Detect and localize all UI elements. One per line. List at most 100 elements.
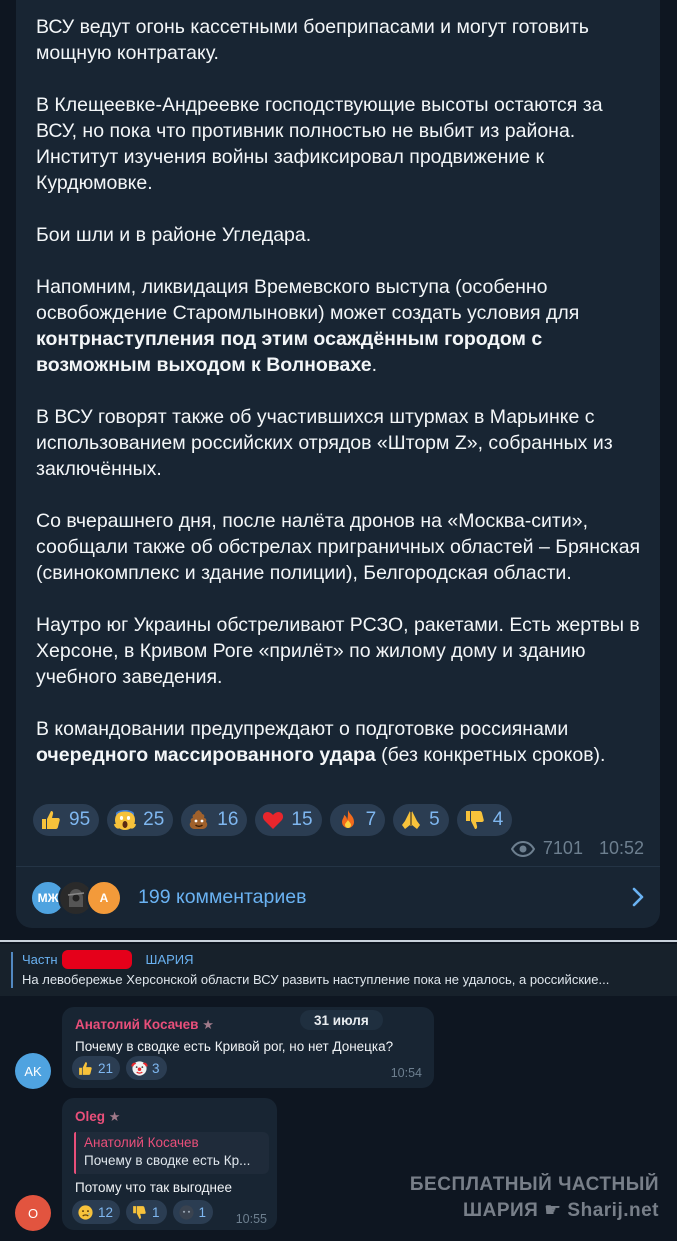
comment-reactions: 12 1 1 — [72, 1200, 214, 1224]
post-paragraph: В ВСУ говорят также об участившихся штур… — [36, 406, 613, 480]
reaction-sad[interactable]: 12 — [72, 1200, 121, 1224]
post-text-span: В командовании предупреждают о подготовк… — [36, 718, 569, 740]
watermark-line: БЕСПЛАТНЫЙ ЧАСТНЫЙ — [409, 1174, 659, 1195]
channel-name-end: ШАРИЯ — [145, 952, 194, 967]
avatar[interactable]: O — [15, 1195, 51, 1231]
post-paragraph: Со вчерашнего дня, после налёта дронов н… — [36, 510, 641, 584]
star-icon: ★ — [202, 1017, 214, 1032]
reply-author: Анатолий Косачев — [84, 1135, 199, 1150]
post-paragraph: ВСУ ведут огонь кассетными боеприпасами … — [36, 16, 589, 64]
reaction-count: 21 — [98, 1060, 114, 1076]
reaction-count: 1 — [198, 1204, 207, 1220]
comments-button[interactable]: МЖ A 199 комментариев — [30, 874, 646, 920]
reaction-count: 16 — [217, 809, 239, 830]
eye-icon — [510, 840, 535, 857]
avatar-initials: AK — [24, 1063, 42, 1079]
reaction-dark[interactable]: 1 — [172, 1200, 214, 1224]
avatar: A — [86, 880, 122, 916]
comment-time: 10:55 — [235, 1212, 267, 1226]
reaction-bar: 95 25 16 15 7 5 4 — [33, 804, 513, 836]
author-name: Анатолий Косачев ★ — [75, 1017, 214, 1033]
channel-name-start: Частн — [22, 952, 58, 967]
reply-text: Почему в сводке есть Кр... — [84, 1153, 251, 1168]
post-paragraph: Бои шли и в районе Угледара. — [36, 224, 312, 246]
sad-face-icon — [78, 1204, 93, 1220]
clown-face-icon — [131, 1060, 148, 1076]
reaction-count: 1 — [152, 1204, 160, 1220]
divider — [16, 866, 660, 867]
reaction-count: 7 — [365, 809, 377, 830]
post-paragraph: Напомним, ликвидация Времевского выступа… — [36, 274, 646, 378]
comment-time: 10:54 — [390, 1066, 422, 1080]
post-meta: 7101 10:52 — [510, 838, 644, 859]
reaction-screaming[interactable]: 25 — [107, 804, 174, 836]
fire-icon — [341, 810, 354, 828]
reaction-fire[interactable]: 7 — [329, 804, 386, 836]
watermark-line: ШАРИЯ ☛ Sharij.net — [410, 1198, 659, 1224]
reaction-count: 12 — [98, 1204, 114, 1220]
reaction-count: 95 — [69, 809, 91, 830]
reaction-thumbs-up[interactable]: 95 — [33, 804, 100, 836]
star-icon: ★ — [108, 1109, 121, 1124]
hooded-figure-icon — [67, 889, 85, 907]
watermark-text: ШАРИЯ — [463, 1200, 539, 1221]
reaction-thumbs-down[interactable]: 1 — [126, 1200, 167, 1224]
reaction-count: 4 — [492, 809, 504, 830]
comment-bubble[interactable]: Анатолий Косачев ★ 31 июля Почему в свод… — [62, 1007, 434, 1088]
quote-bar — [11, 952, 13, 988]
redaction-mark — [62, 950, 132, 969]
reaction-clown[interactable]: 3 — [126, 1056, 167, 1080]
post-text-span: (без конкретных сроков). — [375, 744, 606, 766]
comment-bubble[interactable]: Oleg ★ Анатолий Косачев Почему в сводке … — [62, 1098, 277, 1230]
view-count: 7101 — [542, 838, 583, 858]
date-label: 31 июля — [314, 1012, 369, 1028]
post-text-span: Напомним, ликвидация Времевского выступа… — [36, 276, 580, 324]
dark-emoji-icon — [178, 1204, 194, 1220]
post-paragraph: В Клещеевке-Андреевке господствующие выс… — [36, 94, 603, 194]
comments-count-label: 199 комментариев — [138, 885, 307, 908]
thumbs-up-icon — [42, 811, 60, 829]
screenshot-separator — [0, 940, 677, 942]
watermark-text: Sharij.net — [567, 1200, 659, 1221]
author-name-text: Oleg — [75, 1109, 106, 1124]
reaction-count: 25 — [143, 809, 165, 830]
author-name-text: Анатолий Косачев — [75, 1017, 199, 1032]
replied-post-header[interactable]: Частн ШАРИЯ На левобережье Херсонской обл… — [0, 944, 677, 996]
post-bold-text: очередного массированного удара — [36, 744, 376, 766]
post-paragraph: В командовании предупреждают о подготовк… — [36, 716, 646, 768]
date-badge: 31 июля — [300, 1010, 383, 1030]
reaction-thumbs-down[interactable]: 4 — [456, 804, 513, 836]
reply-quote[interactable]: Анатолий Косачев Почему в сводке есть Кр… — [74, 1132, 269, 1174]
post-bold-text: контрнаступления под этим осаждённым гор… — [36, 328, 543, 376]
thumbs-down-icon — [133, 1205, 146, 1219]
avatar-initials: O — [27, 1205, 39, 1221]
replied-post-preview: На левобережье Херсонской области ВСУ ра… — [22, 972, 610, 987]
heart-icon — [263, 812, 284, 829]
reaction-count: 5 — [429, 809, 440, 830]
pointing-hand-icon: ☛ — [544, 1200, 562, 1221]
avatar[interactable]: AK — [15, 1053, 51, 1089]
channel-post: ВСУ ведут огонь кассетными боеприпасами … — [16, 0, 660, 928]
reaction-count: 3 — [152, 1060, 160, 1076]
reaction-poop[interactable]: 16 — [181, 804, 248, 836]
post-text: ВСУ ведут огонь кассетными боеприпасами … — [36, 14, 646, 794]
comment-text: Почему в сводке есть Кривой рог, но нет … — [75, 1039, 394, 1054]
author-name: Oleg ★ — [75, 1109, 120, 1125]
reaction-heart[interactable]: 15 — [255, 804, 322, 836]
thumbs-down-icon — [465, 811, 484, 829]
folded-hands-icon — [402, 811, 421, 829]
comment-text: Потому что так выгоднее — [75, 1180, 232, 1195]
screaming-face-icon — [113, 810, 137, 830]
reaction-folded-hands[interactable]: 5 — [393, 804, 449, 836]
commenter-avatars: МЖ A — [30, 877, 126, 917]
watermark: БЕСПЛАТНЫЙ ЧАСТНЫЙ ШАРИЯ ☛ Sharij.net — [410, 1172, 659, 1224]
chevron-right-icon — [632, 887, 644, 907]
post-time: 10:52 — [598, 838, 644, 858]
reaction-thumbs-up[interactable]: 21 — [72, 1056, 121, 1080]
post-text-span: . — [371, 354, 378, 376]
poop-icon — [190, 810, 208, 829]
thumbs-up-icon — [79, 1061, 92, 1075]
comment-reactions: 21 3 — [72, 1056, 167, 1080]
reaction-count: 15 — [291, 809, 313, 830]
post-paragraph: Наутро юг Украины обстреливают РСЗО, рак… — [36, 614, 640, 688]
